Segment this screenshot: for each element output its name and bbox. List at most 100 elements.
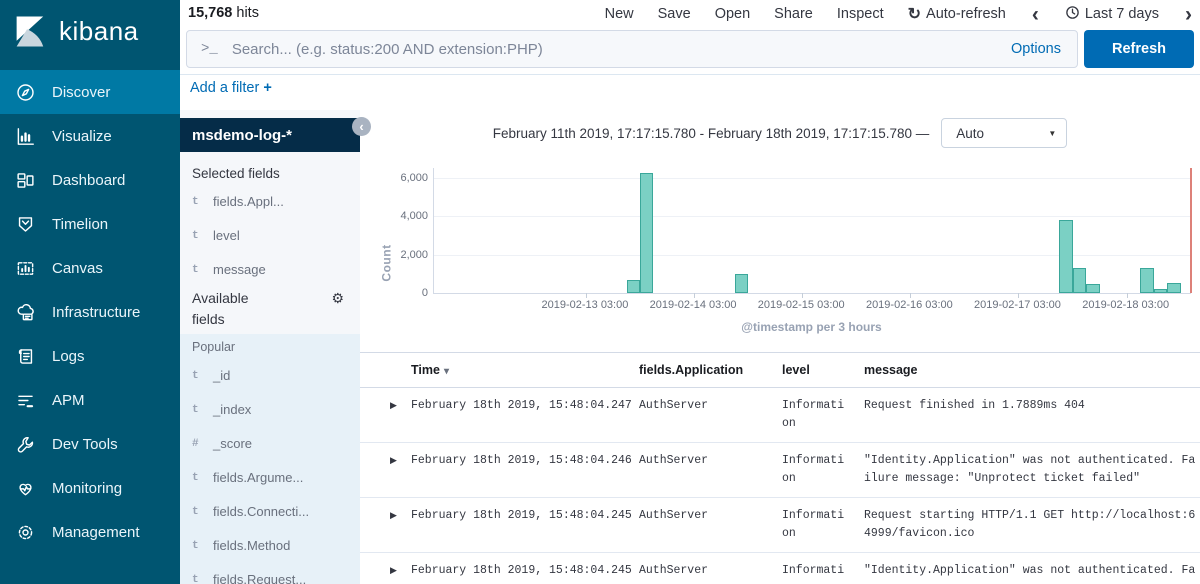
- sidebar-nav-item[interactable]: Monitoring: [0, 466, 180, 510]
- cell-level: Information: [782, 507, 848, 552]
- column-header-application[interactable]: fields.Application: [639, 363, 782, 377]
- expand-row-icon[interactable]: ▶: [390, 566, 397, 576]
- sort-desc-icon: ▾: [444, 366, 449, 377]
- histogram-bar[interactable]: [1140, 268, 1154, 293]
- logs-icon: [16, 347, 35, 366]
- field-item[interactable]: t fields.Connecti...: [192, 504, 309, 519]
- sidebar-nav-item[interactable]: Infrastructure: [0, 290, 180, 334]
- add-filter-link[interactable]: Add a filter+: [190, 80, 272, 96]
- x-tick-mark: [1018, 293, 1019, 298]
- menu-new[interactable]: New: [605, 6, 634, 22]
- field-name: _index: [213, 402, 251, 417]
- select-caret-icon: ▼: [1048, 129, 1056, 138]
- x-tick-label: 2019-02-13 03:00: [541, 299, 628, 311]
- sidebar-nav-item[interactable]: Timelion: [0, 202, 180, 246]
- menu-inspect[interactable]: Inspect: [837, 6, 884, 22]
- histogram-bar[interactable]: [1167, 283, 1181, 293]
- nav-item-label: Canvas: [52, 260, 103, 277]
- column-header-time[interactable]: Time▾: [411, 363, 639, 377]
- field-item[interactable]: t message: [192, 262, 266, 277]
- expand-row-icon[interactable]: ▶: [390, 456, 397, 466]
- refresh-button[interactable]: Refresh: [1084, 30, 1194, 68]
- menu-open[interactable]: Open: [715, 6, 750, 22]
- field-item[interactable]: t fields.Argume...: [192, 470, 303, 485]
- cell-level: Information: [782, 562, 848, 584]
- cell-message: Request finished in 1.7889ms 404: [864, 397, 1198, 442]
- hits-label: hits: [236, 5, 259, 21]
- histogram-bar[interactable]: [735, 274, 749, 293]
- histogram-bar[interactable]: [1059, 220, 1073, 293]
- x-tick-mark: [910, 293, 911, 298]
- sidebar-nav-item[interactable]: Visualize: [0, 114, 180, 158]
- sidebar-nav-item[interactable]: Logs: [0, 334, 180, 378]
- time-back-icon[interactable]: ‹: [1030, 4, 1041, 25]
- histogram-bar[interactable]: [1073, 268, 1087, 293]
- expand-row-icon[interactable]: ▶: [390, 401, 397, 411]
- column-header-level[interactable]: level: [782, 363, 848, 377]
- x-tick-mark: [586, 293, 587, 298]
- field-type-badge: t: [192, 506, 204, 518]
- sidebar-nav-item[interactable]: Dashboard: [0, 158, 180, 202]
- table-row: ▶ February 18th 2019, 15:48:04.247 AuthS…: [360, 388, 1200, 443]
- nav-item-label: Dashboard: [52, 172, 125, 189]
- top-menu: New Save Open Share Inspect ↻ Auto-refre…: [605, 0, 1194, 28]
- field-name: level: [213, 228, 240, 243]
- search-options-link[interactable]: Options: [995, 41, 1077, 57]
- collapse-sidebar-button[interactable]: ‹: [352, 117, 371, 136]
- x-axis-title: @timestamp per 3 hours: [433, 320, 1190, 334]
- timelion-icon: [16, 215, 35, 234]
- field-item[interactable]: t level: [192, 228, 240, 243]
- sidebar-nav-item[interactable]: Discover: [0, 70, 180, 114]
- auto-refresh-button[interactable]: ↻ Auto-refresh: [908, 4, 1006, 24]
- field-item[interactable]: # _score: [192, 436, 252, 451]
- column-header-message[interactable]: message: [864, 363, 1198, 377]
- interval-select[interactable]: Auto ▼: [941, 118, 1067, 148]
- histogram-bar[interactable]: [1154, 289, 1168, 293]
- histogram-bar[interactable]: [640, 173, 654, 293]
- field-type-badge: t: [192, 472, 204, 484]
- search-input[interactable]: [230, 40, 995, 59]
- index-pattern-selector[interactable]: msdemo-log-*: [180, 118, 360, 152]
- table-header: Time▾ fields.Application level message: [360, 352, 1200, 388]
- expand-row-icon[interactable]: ▶: [390, 511, 397, 521]
- sidebar-nav-item[interactable]: APM: [0, 378, 180, 422]
- main-panel: February 11th 2019, 17:17:15.780 - Febru…: [360, 110, 1200, 584]
- field-settings-gear-icon[interactable]: ⚙: [331, 290, 344, 307]
- sidebar-nav-item[interactable]: Dev Tools: [0, 422, 180, 466]
- y-tick-label: 6,000: [388, 172, 428, 184]
- field-type-badge: t: [192, 574, 204, 584]
- time-range-picker[interactable]: Last 7 days: [1065, 5, 1159, 24]
- cell-application: AuthServer: [639, 397, 782, 442]
- x-tick-label: 2019-02-16 03:00: [866, 299, 953, 311]
- cell-time: February 18th 2019, 15:48:04.245: [411, 507, 639, 552]
- nav-item-label: Timelion: [52, 216, 108, 233]
- monitoring-icon: [16, 479, 35, 498]
- sidebar-nav-item[interactable]: Canvas: [0, 246, 180, 290]
- field-item[interactable]: t _id: [192, 368, 230, 383]
- field-name: fields.Method: [213, 538, 290, 553]
- field-item[interactable]: t fields.Appl...: [192, 194, 284, 209]
- histogram-bar[interactable]: [627, 280, 641, 293]
- x-tick-mark: [694, 293, 695, 298]
- field-name: fields.Request...: [213, 572, 306, 584]
- clock-icon: [1065, 5, 1080, 24]
- y-tick-label: 4,000: [388, 210, 428, 222]
- x-axis: 2019-02-13 03:002019-02-14 03:002019-02-…: [433, 299, 1190, 313]
- y-tick-label: 2,000: [388, 249, 428, 261]
- time-forward-icon[interactable]: ›: [1183, 4, 1194, 25]
- sidebar-nav-item[interactable]: Management: [0, 510, 180, 554]
- x-tick-label: 2019-02-17 03:00: [974, 299, 1061, 311]
- nav-item-label: Discover: [52, 84, 110, 101]
- kibana-logo[interactable]: kibana: [0, 0, 180, 62]
- left-nav: kibana Discover Visualize Dashboard Time…: [0, 0, 180, 584]
- field-item[interactable]: t fields.Method: [192, 538, 290, 553]
- histogram-bar[interactable]: [1086, 284, 1100, 293]
- nav-item-label: Management: [52, 524, 140, 541]
- histogram-chart: Count 02,0004,0006,000 2019-02-13 03:002…: [360, 160, 1200, 342]
- menu-share[interactable]: Share: [774, 6, 813, 22]
- hits-count: 15,768 hits: [188, 5, 259, 21]
- field-name: _score: [213, 436, 252, 451]
- field-item[interactable]: t _index: [192, 402, 251, 417]
- menu-save[interactable]: Save: [658, 6, 691, 22]
- field-item[interactable]: t fields.Request...: [192, 572, 306, 584]
